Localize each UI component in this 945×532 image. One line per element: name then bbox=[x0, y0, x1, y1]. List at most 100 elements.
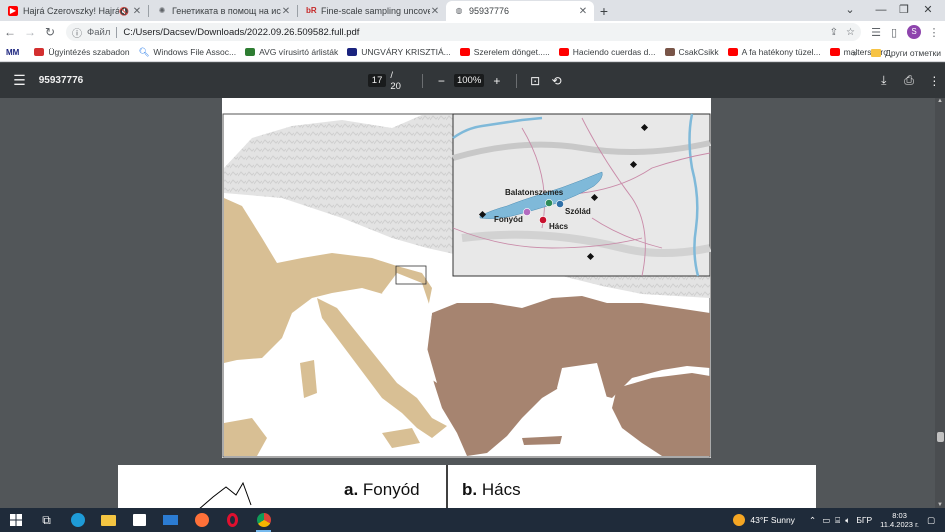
edge-icon[interactable] bbox=[62, 508, 93, 532]
zoom-input[interactable]: 100% bbox=[453, 74, 485, 87]
forward-button[interactable]: → bbox=[20, 25, 40, 39]
bookmark-item[interactable]: AVG vírusirtó árlisták bbox=[245, 47, 338, 57]
label-fonyod: Fonyód bbox=[494, 215, 523, 224]
clock-date: 11.4.2023 г. bbox=[880, 520, 919, 529]
tab-genetics[interactable]: ✺ Генетиката в помощ на историята ✕ bbox=[149, 1, 297, 21]
share-icon[interactable]: ⇪ bbox=[830, 27, 838, 38]
toolbar-divider bbox=[421, 73, 423, 88]
youtube-icon: ▶ bbox=[8, 6, 18, 16]
tab-strip: ▶ Hajrá Czerovszky! Hajrá! – Ka 🔇 ✕ ✺ Ге… bbox=[0, 0, 945, 21]
profile-avatar[interactable]: S bbox=[907, 25, 921, 39]
pdf-toolbar: ☰ 95937776 17 / 20 − 100% + ⊡ ⟲ ⤓ ⎙ ⋮ bbox=[0, 63, 945, 98]
task-view-icon[interactable]: ⧉ bbox=[31, 508, 62, 532]
mail-icon[interactable] bbox=[155, 508, 186, 532]
language-indicator[interactable]: БГР bbox=[856, 515, 872, 525]
new-tab-button[interactable]: + bbox=[594, 1, 614, 21]
bookmark-item[interactable]: Haciendo cuerdas d... bbox=[558, 47, 656, 57]
label-hacs: Hács bbox=[549, 222, 569, 231]
tab-youtube[interactable]: ▶ Hajrá Czerovszky! Hajrá! – Ka 🔇 ✕ bbox=[0, 1, 148, 21]
window-close-button[interactable]: ✕ bbox=[913, 0, 943, 21]
scrollbar-thumb[interactable] bbox=[937, 432, 944, 442]
youtube-icon bbox=[558, 48, 569, 56]
omnibox-divider bbox=[116, 26, 118, 38]
clock[interactable]: 8:03 11.4.2023 г. bbox=[880, 511, 919, 529]
more-options-icon[interactable]: ⋮ bbox=[924, 74, 945, 88]
br-icon: bR bbox=[306, 6, 317, 15]
close-icon[interactable]: ✕ bbox=[132, 6, 142, 17]
windows-start-icon[interactable] bbox=[0, 508, 31, 532]
url-text[interactable]: C:/Users/Dacsev/Downloads/2022.09.26.509… bbox=[123, 27, 821, 38]
store-icon[interactable] bbox=[124, 508, 155, 532]
address-bar[interactable]: ⓘ Файл C:/Users/Dacsev/Downloads/2022.09… bbox=[66, 23, 861, 41]
bookmark-label: CsakCsikk bbox=[678, 47, 719, 57]
menu-icon[interactable]: ☰ bbox=[0, 72, 39, 89]
side-panel-icon[interactable]: ▯ bbox=[885, 26, 903, 39]
bookmark-item[interactable]: Ügyintézés szabadon bbox=[34, 47, 130, 57]
bookmark-apps[interactable]: MM bbox=[6, 48, 25, 57]
back-button[interactable]: ← bbox=[0, 25, 20, 39]
scroll-up-icon[interactable]: ▲ bbox=[936, 98, 944, 104]
close-icon[interactable]: ✕ bbox=[281, 6, 291, 17]
bookmark-label: UNGVÁRY KRISZTIÁ... bbox=[361, 47, 451, 57]
gear-icon: ✺ bbox=[158, 6, 166, 15]
bookmark-item[interactable]: Szerelem dönget..... bbox=[459, 47, 550, 57]
windows-taskbar: ⧉ 43°F Sunny ⌃ ▭ ⌸ 🔈︎ БГР 8:03 11.4.2023… bbox=[0, 508, 945, 532]
bookmark-icon bbox=[34, 48, 45, 56]
firefox-icon[interactable] bbox=[186, 508, 217, 532]
print-icon[interactable]: ⎙ bbox=[898, 73, 919, 88]
site-balatonszemes-dot bbox=[545, 199, 553, 207]
map-figure: Balatonszemes Szólád Fonyód Hács bbox=[222, 113, 711, 458]
file-explorer-icon[interactable] bbox=[93, 508, 124, 532]
bookmark-item[interactable]: A fa hatékony tüzel... bbox=[727, 47, 821, 57]
chevron-up-icon[interactable]: ⌃ bbox=[809, 515, 816, 526]
chevron-double-right-icon[interactable]: » bbox=[852, 48, 857, 58]
system-tray: 43°F Sunny ⌃ ▭ ⌸ 🔈︎ БГР 8:03 11.4.2023 г… bbox=[733, 508, 945, 532]
tab-title: Fine-scale sampling uncovers the bbox=[321, 6, 430, 16]
page-total: / 20 bbox=[390, 69, 401, 92]
info-icon[interactable]: ⓘ bbox=[72, 25, 82, 40]
speaker-muted-icon[interactable]: 🔇 bbox=[119, 7, 129, 16]
network-icon[interactable]: ⌸ bbox=[835, 515, 840, 526]
site-fonyod-dot bbox=[523, 208, 531, 216]
notifications-icon[interactable]: ▢ bbox=[927, 515, 935, 526]
bookmark-item[interactable]: 🔍︎ Windows File Assoc... bbox=[139, 47, 236, 58]
bookmark-item[interactable]: UNGVÁRY KRISZTIÁ... bbox=[347, 47, 451, 57]
volume-icon[interactable]: 🔈︎ bbox=[845, 515, 850, 526]
close-icon[interactable]: ✕ bbox=[578, 6, 588, 17]
reload-button[interactable]: ↻ bbox=[40, 25, 60, 39]
tab-search-chevron-icon[interactable]: ⌄ bbox=[835, 0, 865, 21]
bookmark-item[interactable]: CsakCsikk bbox=[664, 47, 719, 57]
weather-sun-icon[interactable] bbox=[733, 514, 746, 526]
bookmark-label: Windows File Assoc... bbox=[153, 47, 237, 57]
rotate-icon[interactable]: ⟲ bbox=[546, 74, 567, 88]
youtube-icon bbox=[829, 48, 840, 56]
weather-text[interactable]: 43°F Sunny bbox=[750, 515, 795, 525]
label-balatonszemes: Balatonszemes bbox=[505, 188, 564, 197]
tab-title: 95937776 bbox=[469, 6, 510, 16]
battery-icon[interactable]: ▭ bbox=[822, 515, 830, 526]
youtube-icon bbox=[459, 48, 470, 56]
pdf-viewer[interactable]: Balatonszemes Szólád Fonyód Hács a. Fony… bbox=[0, 98, 945, 508]
bookmark-star-icon[interactable]: ☆ bbox=[846, 27, 855, 38]
zoom-out-button[interactable]: − bbox=[431, 74, 452, 88]
flag-icon bbox=[347, 48, 358, 56]
fit-page-icon[interactable]: ⊡ bbox=[525, 74, 546, 88]
reading-list-icon[interactable]: ☰ bbox=[867, 26, 885, 39]
bookmark-label: Szerelem dönget..... bbox=[473, 47, 550, 57]
bookmark-label: AVG vírusirtó árlisták bbox=[259, 47, 339, 57]
page-number-input[interactable]: 17 bbox=[367, 74, 387, 87]
chrome-icon[interactable] bbox=[248, 508, 279, 532]
globe-icon: ◍ bbox=[455, 6, 463, 15]
zoom-in-button[interactable]: + bbox=[486, 74, 507, 88]
pencil-icon bbox=[664, 48, 675, 56]
kebab-menu-icon[interactable]: ⋮ bbox=[925, 26, 943, 39]
close-icon[interactable]: ✕ bbox=[430, 6, 440, 17]
youtube-icon bbox=[727, 48, 738, 56]
opera-icon[interactable] bbox=[217, 508, 248, 532]
tab-biorxiv[interactable]: bR Fine-scale sampling uncovers the ✕ bbox=[298, 1, 446, 21]
tab-active-pdf[interactable]: ◍ 95937776 ✕ bbox=[446, 1, 594, 21]
download-icon[interactable]: ⤓ bbox=[873, 73, 894, 88]
inset-map: Balatonszemes Szólád Fonyód Hács bbox=[452, 113, 711, 277]
scrollbar[interactable]: ▲ ▼ bbox=[935, 98, 945, 508]
other-bookmarks[interactable]: Други отметки bbox=[885, 48, 941, 58]
